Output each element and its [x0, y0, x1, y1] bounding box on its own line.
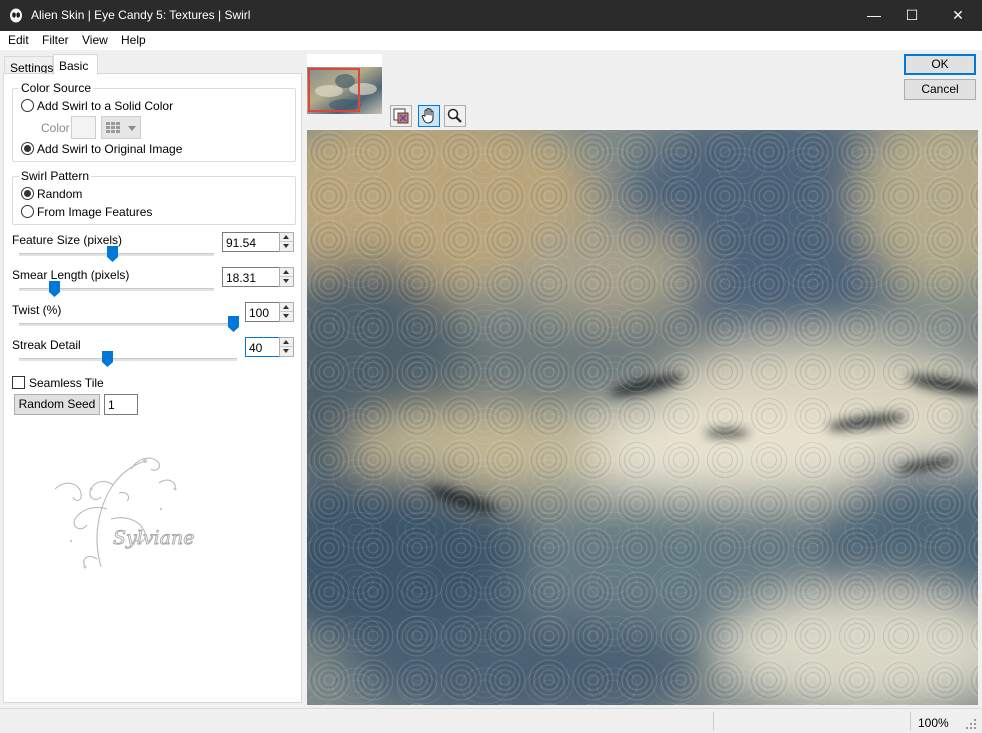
- feature-size-value[interactable]: 91.54: [226, 236, 256, 250]
- twist-value[interactable]: 100: [249, 306, 269, 320]
- spin-down-icon[interactable]: [280, 347, 293, 356]
- menu-view[interactable]: View: [82, 33, 108, 47]
- color-source-group: Color Source Add Swirl to a Solid Color …: [12, 81, 296, 162]
- ok-button[interactable]: OK: [904, 54, 976, 75]
- spin-up-icon[interactable]: [280, 268, 293, 277]
- app-logo-icon: [10, 8, 22, 23]
- radio-image-features[interactable]: From Image Features: [21, 205, 152, 221]
- seamless-tile-label: Seamless Tile: [29, 376, 104, 390]
- watermark-logo: Sylviane: [54, 457, 195, 569]
- smear-length-label: Smear Length (pixels): [12, 268, 130, 282]
- streak-detail-label: Streak Detail: [12, 338, 81, 352]
- maximize-button[interactable]: ☐: [889, 0, 935, 31]
- feature-size-thumb[interactable]: [107, 246, 118, 262]
- random-seed-input[interactable]: 1: [104, 394, 138, 415]
- radio-image-features-circle[interactable]: [21, 205, 34, 218]
- smear-length-value[interactable]: 18.31: [226, 271, 256, 285]
- zoom-tool-icon: [447, 108, 462, 123]
- zoom-tool-button[interactable]: [444, 105, 466, 127]
- menu-edit[interactable]: Edit: [8, 33, 29, 47]
- compare-button[interactable]: [390, 105, 412, 127]
- tab-settings[interactable]: Settings: [4, 56, 53, 75]
- menu-filter[interactable]: Filter: [42, 33, 69, 47]
- status-separator: [713, 712, 714, 731]
- color-swatch[interactable]: [71, 116, 96, 139]
- zoom-level: 100%: [918, 716, 949, 730]
- radio-image-features-label: From Image Features: [37, 205, 153, 219]
- seamless-tile-checkbox[interactable]: [12, 376, 25, 389]
- status-bar: 100%: [0, 708, 982, 733]
- swirl-pattern-title: Swirl Pattern: [19, 169, 92, 183]
- close-button[interactable]: ✕: [935, 0, 981, 31]
- radio-random-circle[interactable]: [21, 187, 34, 200]
- window-title: Alien Skin | Eye Candy 5: Textures | Swi…: [31, 8, 251, 22]
- title-bar: Alien Skin | Eye Candy 5: Textures | Swi…: [0, 0, 982, 31]
- color-source-title: Color Source: [19, 81, 94, 95]
- menu-help[interactable]: Help: [121, 33, 146, 47]
- hand-tool-button[interactable]: [418, 105, 440, 127]
- spin-down-icon[interactable]: [280, 242, 293, 251]
- twist-spinner[interactable]: 100: [245, 302, 294, 322]
- spin-down-icon[interactable]: [280, 312, 293, 321]
- radio-solid-color-label: Add Swirl to a Solid Color: [37, 99, 174, 113]
- twist-label: Twist (%): [12, 303, 62, 317]
- smear-length-spinner[interactable]: 18.31: [222, 267, 294, 287]
- swirl-preview-image: [307, 130, 978, 705]
- cancel-button[interactable]: Cancel: [904, 79, 976, 100]
- smear-length-thumb[interactable]: [49, 281, 60, 297]
- feature-size-label: Feature Size (pixels): [12, 233, 123, 247]
- swirl-pattern-group: Swirl Pattern Random From Image Features: [12, 169, 296, 225]
- spin-up-icon[interactable]: [280, 303, 293, 312]
- feature-size-stepper[interactable]: [279, 232, 294, 252]
- streak-detail-track[interactable]: [19, 358, 237, 361]
- chevron-down-icon: [128, 126, 136, 131]
- streak-detail-thumb[interactable]: [102, 351, 113, 367]
- random-seed-button[interactable]: Random Seed: [14, 394, 100, 415]
- color-label: Color: [41, 121, 70, 135]
- streak-detail-stepper[interactable]: [279, 337, 294, 357]
- radio-original-image-label: Add Swirl to Original Image: [37, 142, 183, 156]
- streak-detail-spinner[interactable]: 40: [245, 337, 294, 357]
- smear-length-stepper[interactable]: [279, 267, 294, 287]
- radio-solid-color-circle[interactable]: [21, 99, 34, 112]
- radio-random-label: Random: [37, 187, 83, 201]
- watermark-signature: Sylviane: [113, 527, 194, 549]
- spin-up-icon[interactable]: [280, 233, 293, 242]
- status-separator: [910, 712, 911, 731]
- feature-size-spinner[interactable]: 91.54: [222, 232, 294, 252]
- color-palette-dropdown[interactable]: [101, 116, 141, 139]
- spin-down-icon[interactable]: [280, 277, 293, 286]
- twist-track[interactable]: [19, 323, 237, 326]
- basic-settings-panel: Color Source Add Swirl to a Solid Color …: [3, 73, 302, 703]
- radio-original-image-circle[interactable]: [21, 142, 34, 155]
- size-grip-icon[interactable]: [964, 717, 978, 731]
- streak-detail-value[interactable]: 40: [249, 341, 262, 355]
- palette-grid-icon: [106, 122, 120, 134]
- twist-stepper[interactable]: [279, 302, 294, 322]
- twist-thumb[interactable]: [228, 316, 239, 332]
- radio-random[interactable]: Random: [21, 187, 82, 203]
- navigator-view-frame[interactable]: [308, 68, 360, 112]
- preview-canvas[interactable]: [307, 130, 978, 705]
- radio-solid-color[interactable]: Add Swirl to a Solid Color: [21, 99, 173, 115]
- menu-bar: Edit Filter View Help: [0, 31, 982, 50]
- tab-basic[interactable]: Basic: [53, 54, 98, 75]
- radio-original-image[interactable]: Add Swirl to Original Image: [21, 142, 182, 158]
- compare-icon: [393, 108, 409, 124]
- spin-up-icon[interactable]: [280, 338, 293, 347]
- hand-tool-icon: [421, 108, 434, 124]
